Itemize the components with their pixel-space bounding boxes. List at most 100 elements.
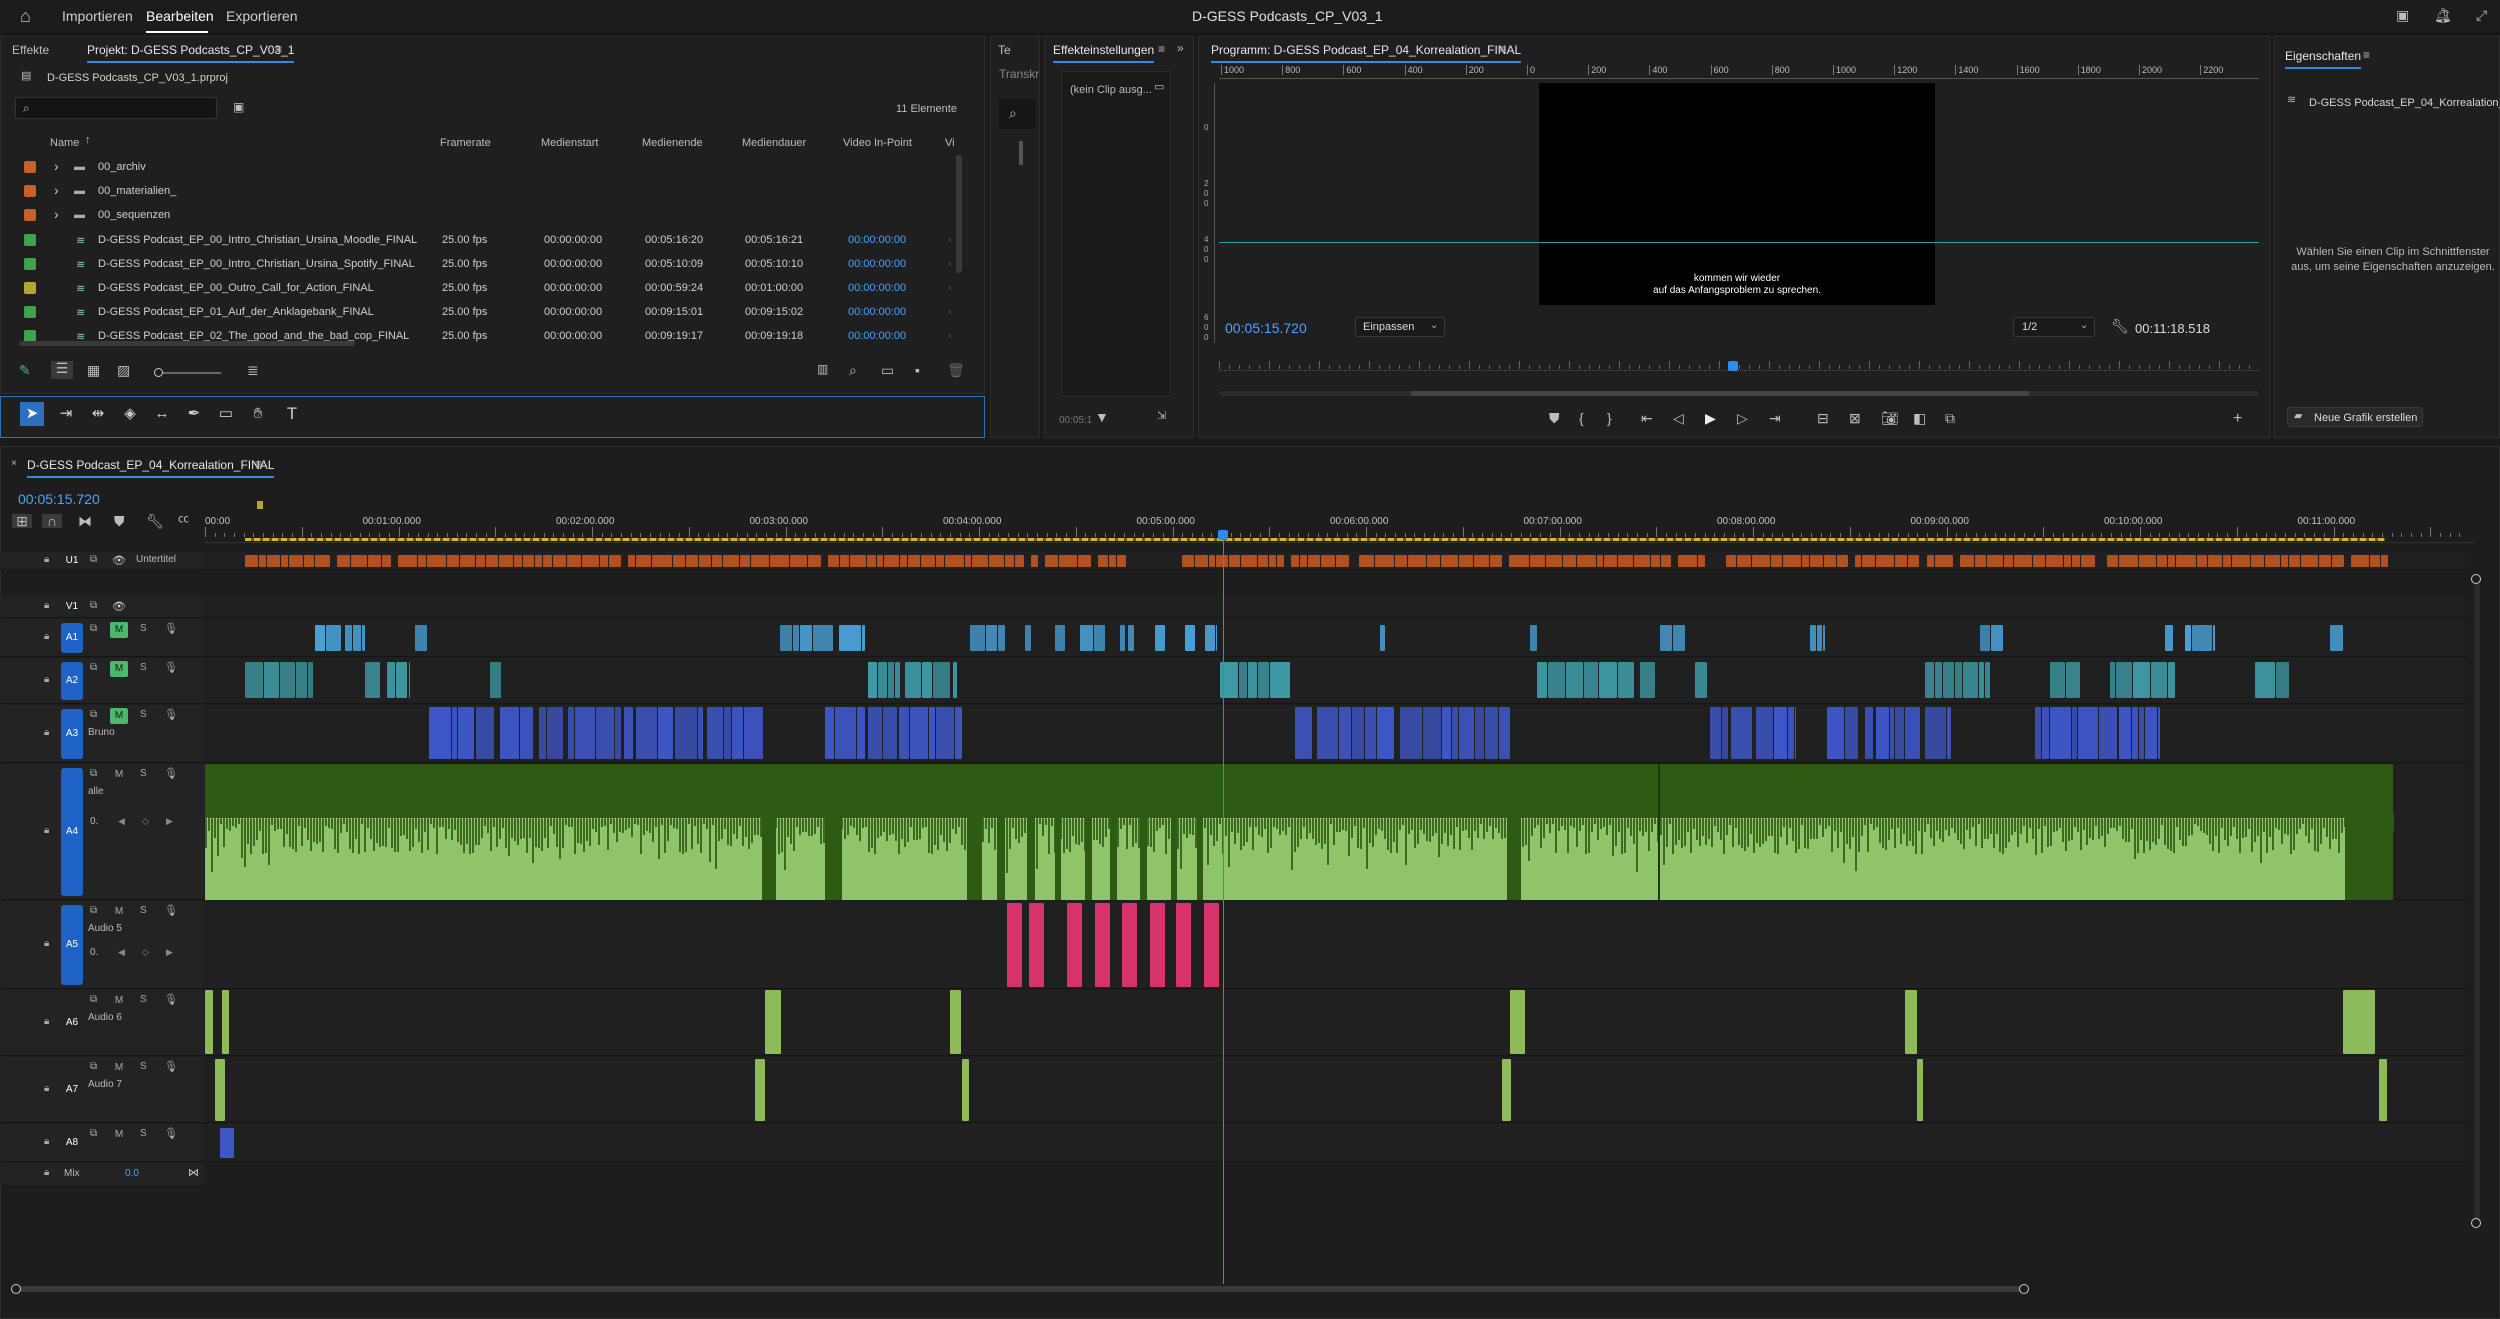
audio-clip[interactable] [1917, 1059, 1923, 1121]
audio-clip[interactable] [1566, 662, 1583, 698]
col-video-in[interactable]: Video In-Point [843, 137, 912, 149]
lock-icon[interactable]: 🔒︎ [44, 1136, 49, 1147]
audio-clip[interactable] [1216, 625, 1217, 651]
sync-lock-icon[interactable]: ⧉ [90, 1061, 97, 1072]
comparison-view-icon[interactable]: ◧ [1913, 411, 1926, 425]
subtitle-clip[interactable] [582, 555, 599, 567]
subtitle-clip[interactable] [936, 555, 945, 567]
subtitle-clip[interactable] [2138, 555, 2156, 567]
audio-clip[interactable] [2144, 707, 2158, 759]
label-color-swatch[interactable] [24, 209, 36, 222]
subtitle-clip[interactable] [304, 555, 314, 567]
subtitle-clip[interactable] [1908, 555, 1920, 567]
audio-clip[interactable] [279, 662, 295, 698]
subtitle-clip[interactable] [553, 555, 566, 567]
mute-button[interactable]: M [110, 622, 128, 638]
audio-clip[interactable] [1007, 903, 1022, 987]
subtitle-clip[interactable] [1215, 555, 1229, 567]
sequence-row[interactable]: ≋ D-GESS Podcast_EP_00_Outro_Call_for_Act… [2, 276, 962, 300]
audio-clip[interactable] [1827, 707, 1844, 759]
nest-icon[interactable]: ⊞ [12, 514, 32, 528]
subtitle-clip[interactable] [288, 555, 304, 567]
subtitle-clip[interactable] [790, 555, 807, 567]
track-name[interactable]: alle [88, 786, 104, 797]
panel-menu-icon[interactable]: ≡ [1158, 43, 1165, 55]
solo-button[interactable]: S [140, 768, 147, 779]
vscroll-handle[interactable] [2471, 1218, 2481, 1228]
audio-clip[interactable] [1925, 707, 1947, 759]
lock-icon[interactable]: 🔒︎ [44, 554, 49, 565]
audio-clip[interactable] [1376, 707, 1395, 759]
subtitle-clip[interactable] [1529, 555, 1545, 567]
subtitle-clip[interactable] [1618, 555, 1634, 567]
audio-clip[interactable] [1904, 707, 1921, 759]
subtitle-clip[interactable] [899, 555, 907, 567]
extract-icon[interactable]: ⊠ [1849, 411, 1861, 425]
audio-clip[interactable] [1954, 662, 1962, 698]
subtitle-clip[interactable] [1736, 555, 1752, 567]
audio-clip[interactable] [2330, 625, 2343, 651]
audio-clip[interactable] [732, 707, 744, 759]
audio-clip[interactable] [1502, 1059, 1511, 1121]
type-tool-icon[interactable]: T [280, 402, 304, 426]
lock-icon[interactable]: 🔒︎ [44, 674, 49, 685]
subtitle-clip[interactable] [1660, 555, 1671, 567]
audio-clip[interactable] [1943, 662, 1954, 698]
audio-clip[interactable] [2071, 707, 2077, 759]
subtitle-clip[interactable] [367, 555, 382, 567]
timeline-timecode[interactable]: 00:05:15.720 [18, 491, 100, 507]
audio-clip[interactable] [2066, 662, 2080, 698]
audio-clip[interactable] [2139, 707, 2144, 759]
audio-clip[interactable] [1660, 625, 1672, 651]
track-target-a8[interactable]: A8 [61, 1128, 83, 1158]
audio-clip[interactable] [1258, 662, 1270, 698]
subtitle-clip[interactable] [2081, 555, 2096, 567]
monitor-scrubber[interactable] [1219, 359, 2259, 371]
rectangle-tool-icon[interactable]: ▭ [214, 402, 238, 426]
lock-icon[interactable]: 🔒︎ [44, 1083, 49, 1094]
subtitle-clip[interactable] [2167, 555, 2176, 567]
lock-icon[interactable]: 🔒︎ [44, 825, 49, 836]
audio-clip[interactable] [500, 707, 519, 759]
subtitle-clip[interactable] [1810, 555, 1824, 567]
subtitle-clip[interactable] [2380, 555, 2388, 567]
audio-clip[interactable] [2343, 990, 2375, 1054]
horizontal-scrollbar[interactable] [19, 341, 355, 346]
col-vi[interactable]: Vi [945, 137, 955, 149]
audio-clip[interactable] [962, 1059, 969, 1121]
audio-clip[interactable] [264, 662, 279, 698]
mute-button[interactable]: M [110, 993, 128, 1009]
audio-clip[interactable] [825, 707, 834, 759]
razor-tool-icon[interactable]: ◈ [118, 402, 142, 426]
share-icon[interactable]: ⇪ [2440, 8, 2452, 22]
audio-clip[interactable] [1599, 662, 1617, 698]
audio-clip[interactable] [2042, 707, 2049, 759]
subtitle-clip[interactable] [712, 555, 722, 567]
subtitle-clip[interactable] [1078, 555, 1092, 567]
subtitle-clip[interactable] [628, 555, 635, 567]
subtitle-clip[interactable] [485, 555, 499, 567]
audio-clip[interactable] [1452, 707, 1459, 759]
audio-clip[interactable] [970, 625, 986, 651]
subtitle-clip[interactable] [685, 555, 698, 567]
track-lane-a4[interactable] [205, 764, 2465, 900]
audio-clip[interactable] [1080, 625, 1093, 651]
audio-clip[interactable] [245, 662, 264, 698]
audio-clip[interactable] [2191, 625, 2213, 651]
subtitle-clip[interactable] [2264, 555, 2280, 567]
hscroll-handle-right[interactable] [2019, 1284, 2029, 1294]
track-lane-a2[interactable] [205, 658, 2465, 704]
mute-button[interactable]: M [110, 708, 128, 724]
audio-clip[interactable] [857, 707, 865, 759]
mark-out-icon[interactable]: } [1607, 411, 1612, 425]
tab-effects[interactable]: Effekte [12, 43, 49, 57]
subtitle-clip[interactable] [1960, 555, 1974, 567]
subtitle-clip[interactable] [1015, 555, 1024, 567]
subtitle-clip[interactable] [2045, 555, 2064, 567]
track-name[interactable]: Bruno [88, 727, 115, 738]
mix-value[interactable]: 0.0 [125, 1168, 139, 1179]
track-lane-a3[interactable] [205, 705, 2465, 763]
step-back-icon[interactable]: ◁ [1673, 411, 1684, 425]
new-bin-icon[interactable]: ▣ [233, 101, 244, 113]
subtitle-clip[interactable] [1752, 555, 1770, 567]
